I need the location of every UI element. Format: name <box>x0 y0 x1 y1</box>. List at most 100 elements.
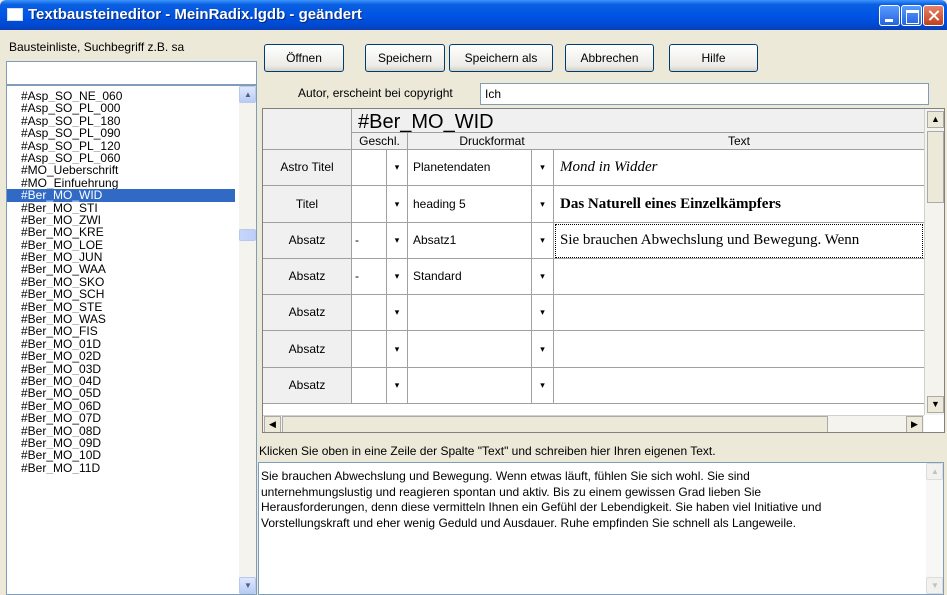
gender-dropdown-icon[interactable]: ▾ <box>387 186 408 223</box>
list-item[interactable]: #Ber_MO_LOE <box>7 239 235 251</box>
row-type-header[interactable]: Titel <box>263 186 352 223</box>
list-item[interactable]: #Ber_MO_09D <box>7 437 235 449</box>
text-cell[interactable]: Mond in Widder <box>554 150 924 186</box>
list-item[interactable]: #Ber_MO_05D <box>7 387 235 399</box>
format-dropdown-icon[interactable]: ▾ <box>532 150 554 186</box>
gender-dropdown-icon[interactable]: ▾ <box>387 259 408 295</box>
list-item[interactable]: #Ber_MO_01D <box>7 338 235 350</box>
format-dropdown-icon[interactable]: ▾ <box>532 186 554 223</box>
text-cell[interactable] <box>554 259 924 295</box>
list-item[interactable]: #Asp_SO_NE_060 <box>7 90 235 102</box>
scroll-down-button[interactable]: ▼ <box>239 577 256 594</box>
row-type-header[interactable]: Absatz <box>263 331 352 368</box>
text-cell[interactable] <box>554 295 924 331</box>
gender-cell[interactable] <box>352 186 387 223</box>
format-dropdown-icon[interactable]: ▾ <box>532 223 554 259</box>
block-list[interactable]: #Asp_SO_NE_060 #Asp_SO_PL_000 #Asp_SO_PL_1… <box>6 85 257 595</box>
list-item[interactable]: #Asp_SO_PL_180 <box>7 115 235 127</box>
list-item[interactable]: #Ber_MO_WID <box>7 189 235 202</box>
format-cell[interactable]: Planetendaten <box>408 150 532 186</box>
save-button[interactable]: Speichern <box>365 44 445 72</box>
list-item[interactable]: #Asp_SO_PL_090 <box>7 127 235 139</box>
list-item[interactable]: #Ber_MO_SCH <box>7 288 235 300</box>
editor-scrollbar[interactable]: ▲ ▼ <box>926 463 943 594</box>
scroll-up-button[interactable]: ▲ <box>239 86 256 103</box>
row-type-header[interactable]: Absatz <box>263 368 352 404</box>
gender-cell[interactable] <box>352 295 387 331</box>
gender-dropdown-icon[interactable]: ▾ <box>387 368 408 404</box>
text-editor[interactable]: Sie brauchen Abwechslung und Bewegung. W… <box>258 462 944 595</box>
search-input[interactable] <box>6 61 257 85</box>
grid-hscroll-thumb[interactable] <box>282 416 828 432</box>
gender-cell[interactable]: - <box>352 259 387 295</box>
cancel-button[interactable]: Abbrechen <box>565 44 654 72</box>
grid-vertical-scrollbar[interactable]: ▲ ▼ <box>924 109 944 415</box>
gender-dropdown-icon[interactable]: ▾ <box>387 295 408 331</box>
list-item[interactable]: #Ber_MO_STI <box>7 202 235 214</box>
title-bar[interactable]: Textbausteineditor - MeinRadix.lgdb - ge… <box>0 0 947 30</box>
grid-scroll-up-button[interactable]: ▲ <box>927 111 944 128</box>
save-as-button[interactable]: Speichern als <box>449 44 553 72</box>
text-block-grid[interactable]: #Ber_MO_WID Geschl. Druckformat Text Ast… <box>262 108 945 433</box>
gender-cell[interactable] <box>352 150 387 186</box>
close-button[interactable] <box>923 5 944 26</box>
list-item[interactable]: #Ber_MO_WAA <box>7 263 235 275</box>
list-item[interactable]: #Ber_MO_STE <box>7 301 235 313</box>
gender-cell[interactable] <box>352 368 387 404</box>
row-type-header[interactable]: Absatz <box>263 259 352 295</box>
list-item[interactable]: #Ber_MO_ZWI <box>7 214 235 226</box>
gender-cell[interactable] <box>352 331 387 368</box>
grid-scroll-down-button[interactable]: ▼ <box>927 396 944 413</box>
gender-cell[interactable]: - <box>352 223 387 259</box>
format-cell[interactable]: Standard <box>408 259 532 295</box>
editor-scroll-up-button[interactable]: ▲ <box>926 463 943 480</box>
list-item[interactable]: #Ber_MO_JUN <box>7 251 235 263</box>
help-button[interactable]: Hilfe <box>669 44 758 72</box>
grid-scroll-right-button[interactable]: ▶ <box>906 416 923 432</box>
format-cell[interactable]: heading 5 <box>408 186 532 223</box>
format-cell[interactable] <box>408 368 532 404</box>
block-list-scrollbar[interactable]: ▲ ▼ <box>239 86 256 594</box>
list-item[interactable]: #Ber_MO_02D <box>7 350 235 362</box>
format-dropdown-icon[interactable]: ▾ <box>532 368 554 404</box>
list-item[interactable]: #Ber_MO_SKO <box>7 276 235 288</box>
format-cell[interactable]: Absatz1 <box>408 223 532 259</box>
grid-scroll-thumb[interactable] <box>927 131 944 203</box>
list-item[interactable]: #Ber_MO_WAS <box>7 313 235 325</box>
list-item[interactable]: #MO_Ueberschrift <box>7 164 235 176</box>
format-cell[interactable] <box>408 295 532 331</box>
editor-scroll-down-button[interactable]: ▼ <box>926 577 943 594</box>
row-type-header[interactable]: Absatz <box>263 223 352 259</box>
format-dropdown-icon[interactable]: ▾ <box>532 259 554 295</box>
maximize-button[interactable] <box>901 5 922 26</box>
row-type-header[interactable]: Astro Titel <box>263 150 352 186</box>
list-item[interactable]: #Ber_MO_07D <box>7 412 235 424</box>
grid-scroll-left-button[interactable]: ◀ <box>264 416 281 432</box>
text-cell[interactable] <box>554 331 924 368</box>
format-cell[interactable] <box>408 331 532 368</box>
text-cell[interactable] <box>554 368 924 404</box>
list-item[interactable]: #Asp_SO_PL_120 <box>7 140 235 152</box>
open-button[interactable]: Öffnen <box>264 44 344 72</box>
list-item[interactable]: #Ber_MO_06D <box>7 400 235 412</box>
format-dropdown-icon[interactable]: ▾ <box>532 331 554 368</box>
list-item[interactable]: #Ber_MO_FIS <box>7 325 235 337</box>
list-item[interactable]: #Ber_MO_03D <box>7 363 235 375</box>
minimize-button[interactable] <box>879 5 900 26</box>
list-item[interactable]: #MO_Einfuehrung <box>7 177 235 189</box>
list-item[interactable]: #Ber_MO_KRE <box>7 226 235 238</box>
list-item[interactable]: #Asp_SO_PL_000 <box>7 102 235 114</box>
list-item[interactable]: #Ber_MO_04D <box>7 375 235 387</box>
scroll-thumb[interactable] <box>239 229 256 241</box>
list-item[interactable]: #Asp_SO_PL_060 <box>7 152 235 164</box>
list-item[interactable]: #Ber_MO_10D <box>7 449 235 461</box>
format-dropdown-icon[interactable]: ▾ <box>532 295 554 331</box>
gender-dropdown-icon[interactable]: ▾ <box>387 150 408 186</box>
list-item[interactable]: #Ber_MO_08D <box>7 425 235 437</box>
text-cell[interactable]: Sie brauchen Abwechslung und Bewegung. W… <box>554 223 924 259</box>
row-type-header[interactable]: Absatz <box>263 295 352 331</box>
grid-horizontal-scrollbar[interactable]: ◀ ▶ <box>263 415 924 432</box>
text-cell[interactable]: Das Naturell eines Einzelkämpfers <box>554 186 924 223</box>
gender-dropdown-icon[interactable]: ▾ <box>387 331 408 368</box>
author-input[interactable]: Ich <box>480 83 929 105</box>
